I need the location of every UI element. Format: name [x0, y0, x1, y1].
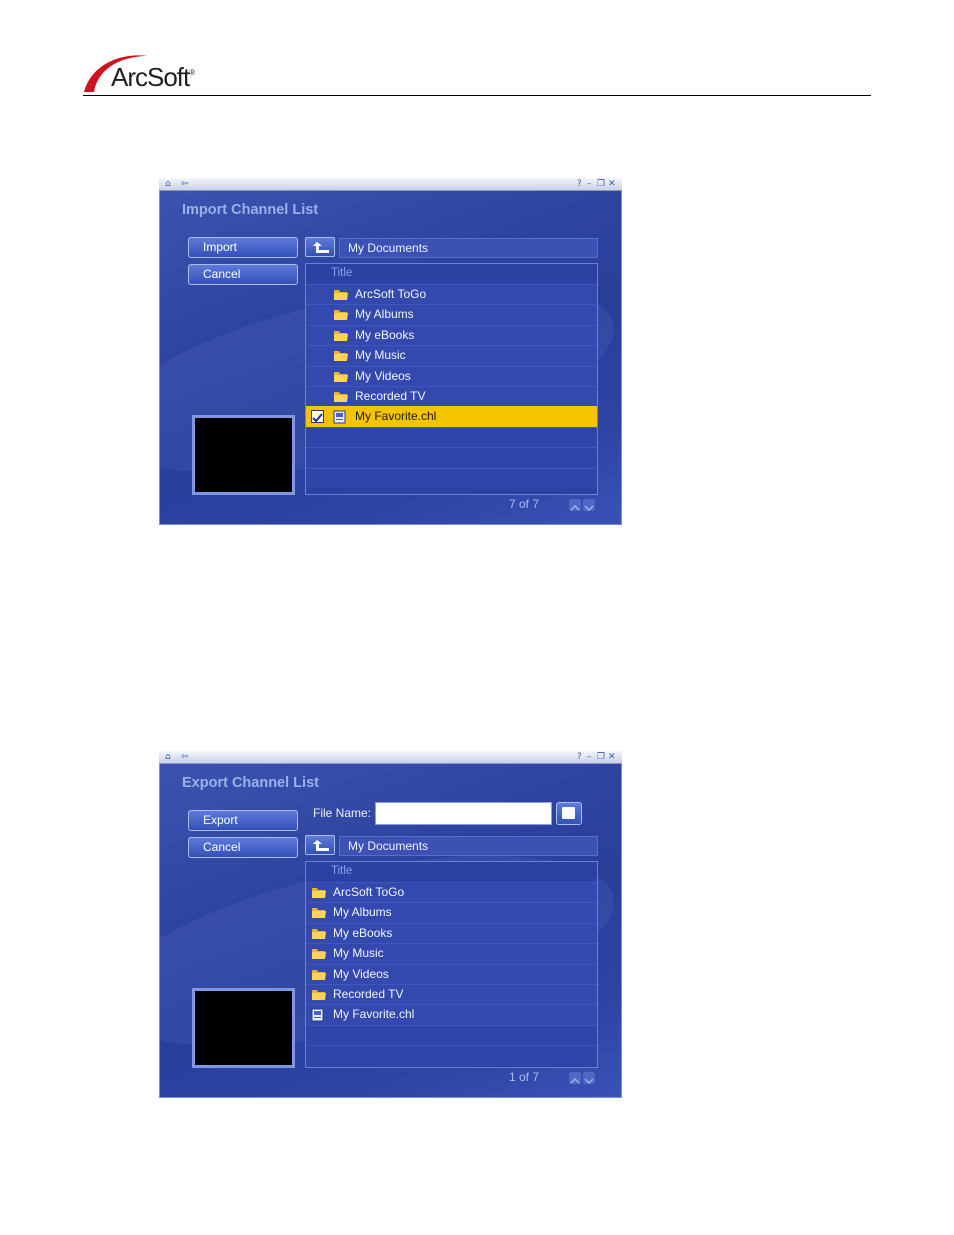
- keyboard-button[interactable]: [556, 802, 582, 825]
- list-item[interactable]: My Music: [306, 345, 597, 366]
- chevron-down-icon: [584, 505, 594, 512]
- restore-icon[interactable]: ❐: [597, 179, 605, 189]
- page-counter: 7 of 7: [509, 497, 540, 511]
- list-item[interactable]: Recorded TV: [306, 385, 597, 407]
- page-down-button[interactable]: [583, 499, 595, 512]
- page-counter: 1 of 7: [509, 1070, 540, 1084]
- list-item-label: My Videos: [333, 966, 389, 981]
- empty-list-row: [306, 1045, 597, 1066]
- chevron-up-icon: [570, 1077, 580, 1084]
- page-up-button[interactable]: [569, 1072, 581, 1084]
- up-arrow-icon: [313, 242, 329, 253]
- list-item[interactable]: My Music: [306, 943, 597, 964]
- list-item[interactable]: Recorded TV: [306, 983, 597, 1005]
- arcsoft-logo: ArcSoft®: [82, 50, 222, 96]
- list-item-label: My Albums: [333, 905, 392, 920]
- dialog-toolbar: ⌂ ⇦ ? – ❐ ✕: [159, 178, 622, 191]
- list-item[interactable]: My eBooks: [306, 324, 597, 346]
- cancel-button[interactable]: Cancel: [188, 837, 298, 858]
- up-arrow-icon: [313, 840, 329, 851]
- home-icon[interactable]: ⌂: [165, 179, 171, 189]
- logo-wordmark: ArcSoft®: [111, 62, 195, 92]
- cancel-button[interactable]: Cancel: [188, 264, 298, 285]
- file-name-input[interactable]: [375, 802, 552, 825]
- restore-icon[interactable]: ❐: [597, 752, 605, 762]
- list-item-label: My Favorite.chl: [333, 1007, 415, 1022]
- close-icon[interactable]: ✕: [608, 752, 616, 762]
- help-icon[interactable]: ?: [577, 752, 582, 762]
- current-path: My Documents: [339, 238, 598, 258]
- list-item-label: My eBooks: [355, 327, 415, 342]
- folder-up-button[interactable]: [305, 237, 335, 257]
- list-item[interactable]: My Videos: [306, 963, 597, 984]
- list-item[interactable]: My Albums: [306, 902, 597, 923]
- import-button[interactable]: Import: [188, 237, 298, 258]
- list-item[interactable]: My Favorite.chl: [306, 406, 597, 427]
- list-item[interactable]: My Videos: [306, 365, 597, 386]
- list-item[interactable]: ArcSoft ToGo: [306, 284, 597, 305]
- file-list: Title ArcSoft ToGo My Albums My eBooks My M…: [305, 861, 598, 1068]
- preview-pane: [192, 415, 295, 495]
- chevron-down-icon: [584, 1078, 594, 1085]
- list-item-label: My Music: [355, 348, 406, 363]
- list-item-label: My Music: [333, 946, 384, 961]
- page-arrows: [569, 1072, 597, 1085]
- page-up-button[interactable]: [569, 499, 581, 511]
- page-down-button[interactable]: [583, 1072, 595, 1085]
- empty-list-row: [306, 1024, 597, 1046]
- list-item-label: ArcSoft ToGo: [333, 885, 405, 899]
- empty-list-row: [306, 426, 597, 448]
- column-header-title[interactable]: Title: [306, 264, 597, 284]
- dialog-toolbar: ⌂ ⇦ ? – ❐ ✕: [159, 751, 622, 764]
- help-icon[interactable]: ?: [577, 179, 582, 189]
- import-channel-list-dialog: ⌂ ⇦ ? – ❐ ✕ Import Channel List Import C…: [159, 178, 622, 525]
- empty-list-row: [306, 447, 597, 468]
- export-button[interactable]: Export: [188, 810, 298, 831]
- dialog-title: Import Channel List: [182, 202, 319, 218]
- column-header-title[interactable]: Title: [306, 862, 597, 882]
- preview-pane: [192, 988, 295, 1068]
- list-item-label: Recorded TV: [333, 986, 404, 1001]
- list-item-label: My Favorite.chl: [355, 409, 437, 424]
- folder-up-button[interactable]: [305, 835, 335, 855]
- list-item[interactable]: My eBooks: [306, 922, 597, 944]
- list-item-label: My Videos: [355, 368, 411, 383]
- chevron-up-icon: [570, 504, 580, 511]
- list-item-label: My eBooks: [333, 925, 393, 940]
- file-name-label: File Name:: [313, 806, 372, 820]
- page-arrows: [569, 499, 597, 512]
- list-item-label: Recorded TV: [355, 388, 426, 403]
- keyboard-icon: [562, 807, 575, 819]
- back-arrow-icon[interactable]: ⇦: [181, 752, 189, 762]
- header-divider: [83, 95, 871, 96]
- dialog-title: Export Channel List: [182, 775, 319, 791]
- list-item-label: My Albums: [355, 307, 414, 322]
- list-item[interactable]: ArcSoft ToGo: [306, 882, 597, 903]
- empty-list-row: [306, 467, 597, 488]
- export-channel-list-dialog: ⌂ ⇦ ? – ❐ ✕ Export Channel List Export C…: [159, 751, 622, 1098]
- current-path: My Documents: [339, 836, 598, 856]
- list-item-label: ArcSoft ToGo: [355, 287, 427, 301]
- close-icon[interactable]: ✕: [608, 179, 616, 189]
- checkbox-checked-icon[interactable]: [311, 410, 324, 424]
- list-item[interactable]: My Albums: [306, 304, 597, 325]
- list-item[interactable]: My Favorite.chl: [306, 1004, 597, 1025]
- back-arrow-icon[interactable]: ⇦: [181, 179, 189, 189]
- home-icon[interactable]: ⌂: [165, 752, 171, 762]
- minimize-icon[interactable]: –: [587, 752, 592, 762]
- minimize-icon[interactable]: –: [587, 179, 592, 189]
- file-list: Title ArcSoft ToGo My Albums My eBooks My M…: [305, 263, 598, 495]
